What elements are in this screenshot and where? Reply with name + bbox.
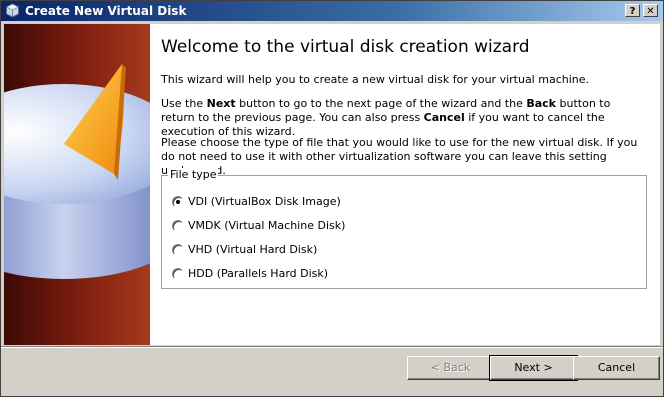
next-button[interactable]: Next > — [489, 355, 578, 381]
wizard-main: Welcome to the virtual disk creation wiz… — [161, 24, 651, 345]
page-title: Welcome to the virtual disk creation wiz… — [161, 37, 530, 57]
wizard-banner — [4, 24, 150, 345]
virtualbox-icon — [5, 3, 20, 18]
radio-button-hdd[interactable] — [172, 268, 184, 280]
radio-button-vmdk[interactable] — [172, 220, 184, 232]
cancel-button[interactable]: Cancel — [573, 356, 660, 380]
radio-button-vdi[interactable] — [172, 196, 184, 208]
choose-type-text: Please choose the type of file that you … — [161, 136, 638, 177]
button-separator — [1, 346, 663, 348]
radio-label-vmdk: VMDK (Virtual Machine Disk) — [188, 219, 346, 232]
file-type-group: File type VDI (VirtualBox Disk Image) VM… — [161, 168, 647, 289]
radio-label-vhd: VHD (Virtual Hard Disk) — [188, 243, 318, 256]
wizard-page: Welcome to the virtual disk creation wiz… — [4, 24, 660, 345]
radio-label-vdi: VDI (VirtualBox Disk Image) — [188, 195, 341, 208]
file-type-legend: File type — [168, 168, 219, 181]
intro-text: This wizard will help you to create a ne… — [161, 73, 590, 86]
disk-pie-graphic — [4, 64, 150, 279]
wizard-window: Create New Virtual Disk ? ✕ Welcome to t… — [0, 0, 664, 397]
help-button[interactable]: ? — [625, 4, 640, 17]
window-title: Create New Virtual Disk — [25, 4, 187, 18]
radio-button-vhd[interactable] — [172, 244, 184, 256]
close-button[interactable]: ✕ — [643, 4, 658, 17]
title-bar[interactable]: Create New Virtual Disk ? ✕ — [1, 1, 663, 21]
navigation-text: Use the Next button to go to the next pa… — [161, 97, 611, 138]
radio-label-hdd: HDD (Parallels Hard Disk) — [188, 267, 329, 280]
back-button[interactable]: < Back — [407, 356, 494, 380]
